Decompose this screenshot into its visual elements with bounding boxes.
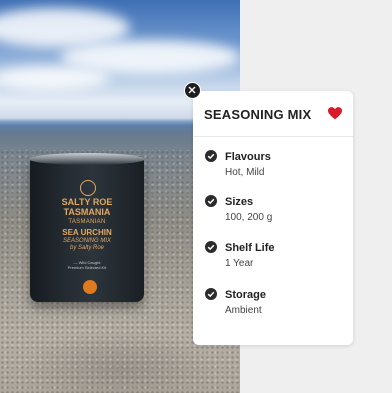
tin-brand-line2: TASMANIA [63,207,111,217]
close-button[interactable] [184,82,201,99]
detail-row-flavours: Flavours Hot, Mild [205,148,345,188]
detail-label: Sizes [225,196,254,208]
tin-sub-line: TASMANIAN [68,219,106,225]
detail-row-sizes: Sizes 100, 200 g [205,193,345,233]
tin-fine-print: — Wild Caught Premium Selected Kit [30,260,144,270]
detail-value: 1 Year [225,258,254,269]
check-circle-icon [205,150,217,162]
heart-icon[interactable] [328,107,342,120]
check-circle-icon [205,241,217,253]
tin-product-line: SEA URCHIN [62,228,112,237]
detail-label: Storage [225,289,266,301]
detail-value: Hot, Mild [225,167,265,178]
product-details-card: SEASONING MIX Flavours Hot, Mild Sizes 1… [193,91,353,345]
urchin-logo-icon [80,180,96,196]
check-circle-icon [205,288,217,300]
seasoning-tin: SALTY ROE TASMANIA TASMANIAN SEA URCHIN … [29,153,145,302]
tin-rim [29,153,145,165]
tin-brand-line1: SALTY ROE [61,197,113,207]
detail-label: Flavours [225,151,271,163]
detail-row-shelf-life: Shelf Life 1 Year [205,239,345,279]
tin-script-line1: SEASONING MIX [62,238,111,244]
tin-fine-print2: Premium Selected Kit [67,265,107,270]
card-header: SEASONING MIX [193,91,353,137]
detail-value: 100, 200 g [225,212,273,223]
check-circle-icon [205,195,217,207]
detail-value: Ambient [225,305,262,316]
card-title: SEASONING MIX [204,107,312,122]
tin-brand: SALTY ROE TASMANIA [30,197,144,217]
tin-script-line2: by Salty Roe [69,245,105,251]
tin-script: SEASONING MIX by Salty Roe [30,238,144,252]
close-icon [188,86,196,94]
detail-row-storage: Storage Ambient [205,286,345,326]
paw-badge-icon [83,280,97,294]
detail-label: Shelf Life [225,242,275,254]
cloud [0,66,110,90]
